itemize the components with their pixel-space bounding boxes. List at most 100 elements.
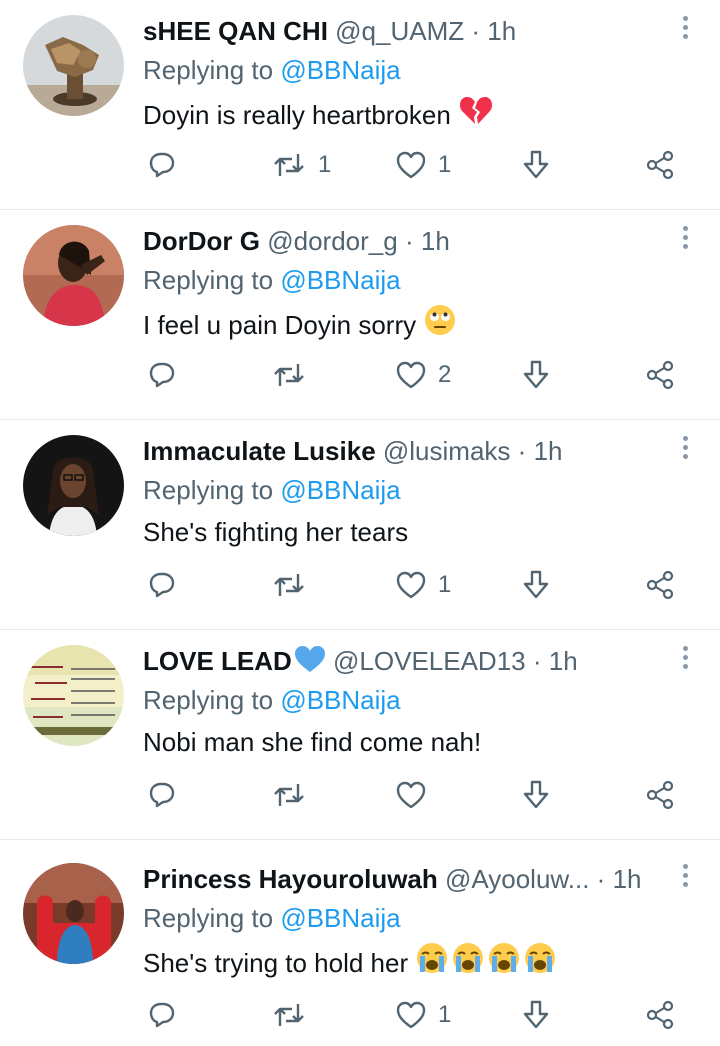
retweet-button[interactable]	[272, 360, 318, 390]
download-button[interactable]	[522, 150, 550, 180]
like-button[interactable]: 1	[396, 570, 451, 600]
like-button[interactable]	[396, 780, 438, 810]
reply-mention-link[interactable]: @BBNaija	[280, 265, 400, 295]
tweet-header: sHEE QAN CHI @q_UAMZ · 1h	[143, 13, 670, 49]
timestamp[interactable]: 1h	[549, 646, 578, 676]
blue-heart-icon	[294, 645, 326, 679]
reply-mention-link[interactable]: @BBNaija	[280, 475, 400, 505]
loudly-crying-face-icon	[524, 942, 556, 983]
download-button[interactable]	[522, 1000, 550, 1030]
share-icon	[646, 360, 674, 390]
share-button[interactable]	[645, 1000, 675, 1030]
loudly-crying-face-icon	[452, 942, 484, 983]
tweet-text-content: I feel u pain Doyin sorry	[143, 309, 417, 340]
reply-icon	[149, 152, 175, 178]
heart-icon	[396, 781, 426, 809]
loudly-crying-face-icon	[488, 942, 520, 983]
download-button[interactable]	[522, 360, 550, 390]
avatar[interactable]	[23, 435, 124, 536]
retweet-button[interactable]: 1	[272, 150, 331, 180]
reply-icon	[149, 782, 175, 808]
like-button[interactable]: 1	[396, 1000, 451, 1030]
tweet-text-content: She's fighting her tears	[143, 517, 409, 547]
tweet-actions: 1	[0, 560, 720, 610]
heart-icon	[396, 1001, 426, 1029]
tweet-header: Princess Hayouroluwah @Ayooluw... · 1h	[143, 861, 670, 897]
replying-to-label: Replying to	[143, 55, 274, 85]
reply-mention-link[interactable]: @BBNaija	[280, 903, 400, 933]
tweet-actions: 1 1	[0, 140, 720, 190]
reply-button[interactable]	[147, 780, 177, 810]
share-button[interactable]	[645, 570, 675, 600]
more-options-icon[interactable]	[682, 646, 690, 676]
separator: ·	[596, 864, 606, 894]
display-name[interactable]: sHEE QAN CHI	[143, 16, 328, 46]
tweet[interactable]: LOVE LEAD @LOVELEAD13 · 1h Replying to @…	[0, 630, 720, 840]
share-button[interactable]	[645, 360, 675, 390]
display-name[interactable]: Immaculate Lusike	[143, 436, 376, 466]
reply-feed: sHEE QAN CHI @q_UAMZ · 1h Replying to @B…	[0, 0, 720, 1046]
replying-to-label: Replying to	[143, 685, 274, 715]
user-handle[interactable]: @lusimaks	[383, 436, 511, 466]
retweet-button[interactable]	[272, 1000, 318, 1030]
display-name[interactable]: DorDor G	[143, 226, 260, 256]
timestamp[interactable]: 1h	[487, 16, 516, 46]
avatar[interactable]	[23, 15, 124, 116]
display-name[interactable]: LOVE LEAD	[143, 646, 292, 676]
timestamp[interactable]: 1h	[534, 436, 563, 466]
tweet-text: I feel u pain Doyin sorry	[143, 304, 456, 345]
separator: ·	[471, 16, 481, 46]
avatar[interactable]	[23, 225, 124, 326]
share-button[interactable]	[645, 150, 675, 180]
download-button[interactable]	[522, 570, 550, 600]
replying-to: Replying to @BBNaija	[143, 472, 401, 508]
display-name[interactable]: Princess Hayouroluwah	[143, 864, 438, 894]
share-button[interactable]	[645, 780, 675, 810]
reply-mention-link[interactable]: @BBNaija	[280, 55, 400, 85]
tweet-text-content: She's trying to hold her	[143, 947, 409, 978]
timestamp[interactable]: 1h	[613, 864, 642, 894]
broken-heart-icon	[459, 94, 493, 135]
tweet-actions	[0, 770, 720, 820]
retweet-icon	[274, 364, 304, 386]
tweet[interactable]: sHEE QAN CHI @q_UAMZ · 1h Replying to @B…	[0, 0, 720, 210]
separator: ·	[517, 436, 527, 466]
tweet-text: Nobi man she find come nah!	[143, 724, 481, 760]
more-options-icon[interactable]	[682, 436, 690, 466]
tweet[interactable]: Immaculate Lusike @lusimaks · 1h Replyin…	[0, 420, 720, 630]
share-icon	[646, 150, 674, 180]
tweet-text-content: Doyin is really heartbroken	[143, 99, 451, 130]
retweet-icon	[274, 154, 304, 176]
replying-to: Replying to @BBNaija	[143, 262, 401, 298]
download-icon	[523, 360, 549, 389]
timestamp[interactable]: 1h	[421, 226, 450, 256]
like-button[interactable]: 2	[396, 360, 451, 390]
download-button[interactable]	[522, 780, 550, 810]
reply-mention-link[interactable]: @BBNaija	[280, 685, 400, 715]
retweet-button[interactable]	[272, 780, 318, 810]
replying-to-label: Replying to	[143, 475, 274, 505]
replying-to-label: Replying to	[143, 903, 274, 933]
reply-button[interactable]	[147, 150, 177, 180]
retweet-icon	[274, 784, 304, 806]
user-handle[interactable]: @dordor_g	[267, 226, 397, 256]
replying-to: Replying to @BBNaija	[143, 900, 401, 936]
more-options-icon[interactable]	[682, 226, 690, 256]
tweet[interactable]: Princess Hayouroluwah @Ayooluw... · 1h R…	[0, 840, 720, 1046]
reply-button[interactable]	[147, 360, 177, 390]
reply-button[interactable]	[147, 1000, 177, 1030]
avatar[interactable]	[23, 645, 124, 746]
more-options-icon[interactable]	[682, 16, 690, 46]
replying-to-label: Replying to	[143, 265, 274, 295]
retweet-button[interactable]	[272, 570, 318, 600]
user-handle[interactable]: @Ayooluw...	[445, 864, 589, 894]
more-options-icon[interactable]	[682, 864, 690, 894]
user-handle[interactable]: @LOVELEAD13	[333, 646, 526, 676]
like-button[interactable]: 1	[396, 150, 451, 180]
replying-to: Replying to @BBNaija	[143, 52, 401, 88]
heart-icon	[396, 571, 426, 599]
user-handle[interactable]: @q_UAMZ	[335, 16, 464, 46]
tweet[interactable]: DorDor G @dordor_g · 1h Replying to @BBN…	[0, 210, 720, 420]
avatar[interactable]	[23, 863, 124, 964]
reply-button[interactable]	[147, 570, 177, 600]
